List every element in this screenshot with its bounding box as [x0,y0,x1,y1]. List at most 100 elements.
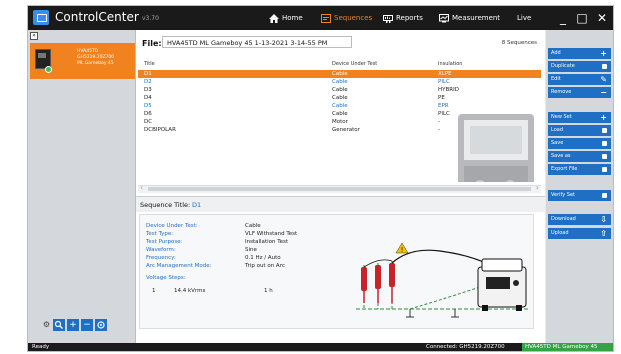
nav-reports[interactable]: Reports [383,6,423,30]
sequence-count: 8 Sequences [501,40,537,46]
sequences-icon [321,13,331,23]
sequence-editor: File: HVA45TD ML Gameboy 45 1-13-2021 3-… [136,30,545,343]
measurement-icon [439,13,449,22]
cell-insulation: PILC [438,79,450,85]
sequence-title-label: Sequence Title: [140,201,191,209]
file-name-field[interactable]: HVA45TD ML Gameboy 45 1-13-2021 3-14-55 … [162,36,352,48]
status-bar: Ready Connected: GH5219.20Z700 HVA45TD M… [28,343,613,351]
column-header-device[interactable]: Device Under Test [332,61,377,67]
edit-button[interactable]: Edit ✎ [548,74,611,85]
table-row[interactable]: D3 Cable HYBRID [138,86,541,94]
table-row[interactable]: DCBIPOLAR Generator - [138,126,541,134]
maximize-button[interactable]: □ [574,6,590,30]
table-row[interactable]: DC Motor - [138,118,541,126]
cell-title: DCBIPOLAR [144,127,176,133]
download-icon: ⇩ [600,215,607,224]
voltage-steps-label: Voltage Steps: [146,275,186,281]
export-file-label: Export File [551,166,578,172]
status-connection: Connected: GH5219.20Z700 [426,344,505,350]
search-device-button[interactable] [53,319,65,331]
nav-sequences[interactable]: Sequences [318,6,378,30]
sequence-table: D1 Cable XLPE D2 Cable PILC D3 Cable HYB… [138,70,541,182]
device-toolbar: ⚙ + − [42,319,107,331]
detail-label-test-type: Test Type: [146,231,174,237]
load-button[interactable]: Load [548,125,611,136]
table-row[interactable]: D5 Cable EPR [138,102,541,110]
nav-sequences-label: Sequences [334,14,373,22]
save-as-label: Save as [551,153,571,159]
download-button[interactable]: Download ⇩ [548,214,611,225]
nav-live[interactable]: Live [517,6,531,30]
home-icon [269,13,279,23]
settings-device-button[interactable] [95,319,107,331]
column-header-insulation[interactable]: Insulation [438,61,462,67]
cell-device: Cable [332,71,348,77]
test-setup-diagram: ! [356,242,530,318]
file-label: File: [142,39,162,48]
svg-text:!: ! [401,246,404,254]
voltage-step-number: 1 [152,288,156,294]
device-card[interactable]: HVA45TD GH5219.20Z700 ML Gameboy 45 [30,43,135,79]
pencil-icon: ✎ [600,75,607,84]
cell-device: Cable [332,95,348,101]
table-row[interactable]: D6 Cable PILC [138,110,541,118]
sequence-title-value: D1 [192,201,202,209]
app-version: v3.70 [142,15,159,22]
close-button[interactable]: ✕ [594,6,610,30]
cable-terminations [361,261,395,309]
duplicate-button[interactable]: Duplicate [548,61,611,72]
verify-set-button[interactable]: Verify Set [548,190,611,201]
save-as-button[interactable]: Save as [548,151,611,162]
app-window: ControlCenter v3.70 Home Sequences Repor… [27,5,614,352]
detail-label-arc-mode: Arc Management Mode: [146,263,212,269]
save-icon [602,141,607,146]
remove-button[interactable]: Remove − [548,87,611,98]
collapse-icon[interactable]: » [30,32,38,40]
instrument-illustration [477,258,527,311]
nav-home[interactable]: Home [269,6,303,30]
save-as-icon [602,154,607,159]
cell-device: Cable [332,103,348,109]
save-button[interactable]: Save [548,138,611,149]
scrollbar-thumb[interactable] [148,187,531,191]
detail-value-test-type: VLF Withstand Test [245,231,298,237]
export-file-button[interactable]: Export File [548,164,611,175]
device-serial: GH5219.20Z700 [77,55,115,60]
table-row[interactable]: D4 Cable PE [138,94,541,102]
cell-insulation: PE [438,95,445,101]
horizontal-scrollbar[interactable] [138,183,541,193]
folder-icon [602,128,607,133]
cell-insulation: XLPE [438,71,452,77]
gear-icon[interactable]: ⚙ [42,319,51,331]
detail-value-test-purpose: Installation Test [245,239,289,245]
table-row[interactable]: D1 Cable XLPE [138,70,541,78]
title-bar: ControlCenter v3.70 Home Sequences Repor… [28,6,613,30]
export-icon [602,167,607,172]
minus-icon: − [600,88,607,97]
load-label: Load [551,127,563,133]
column-header-title[interactable]: Title [144,61,155,67]
status-device-badge[interactable]: HVA45TD ML Gameboy 45 [522,343,613,351]
cell-title: D5 [144,103,152,109]
nav-measurement[interactable]: Measurement [439,6,500,30]
new-set-button[interactable]: New Set + [548,112,611,123]
status-ready: Ready [32,344,50,350]
verify-set-label: Verify Set [551,192,575,198]
duplicate-icon [602,64,607,69]
nav-live-label: Live [517,14,532,22]
duplicate-label: Duplicate [551,63,575,69]
voltage-step-voltage: 14.4 kVrms [174,288,206,294]
upload-button[interactable]: Upload ⇧ [548,228,611,239]
minimize-button[interactable]: _ [555,6,571,30]
table-row[interactable]: D2 Cable PILC [138,78,541,86]
add-device-button[interactable]: + [67,319,79,331]
add-button[interactable]: Add + [548,48,611,59]
detail-label-waveform: Waveform: [146,247,176,253]
remove-label: Remove [551,89,572,95]
add-label: Add [551,50,561,56]
save-label: Save [551,140,564,146]
detail-label-device: Device Under Test: [146,223,198,229]
device-model: HVA45TD [77,49,99,54]
new-set-label: New Set [551,114,572,120]
remove-device-button[interactable]: − [81,319,93,331]
